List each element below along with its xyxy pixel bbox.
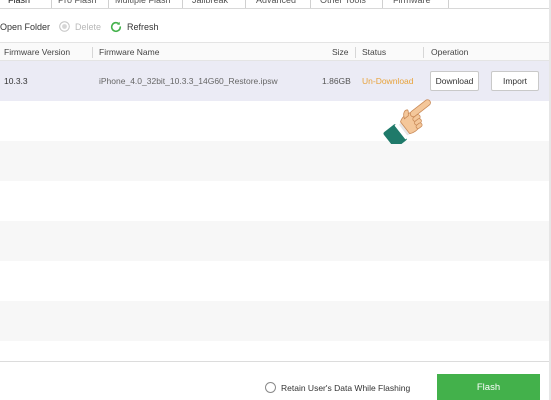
firmware-version-cell: 10.3.3 [4,76,28,86]
import-button[interactable]: Import [491,71,539,91]
empty-table-row [0,181,551,221]
firmware-toolbar: Open Folder Delete Refresh [0,16,551,38]
tab-bar: Flash Pro Flash Multiple Flash Jailbreak… [0,0,551,9]
column-header-operation[interactable]: Operation [431,43,468,61]
delete-icon [59,21,70,32]
retain-data-radio[interactable] [265,382,276,394]
tab-pro-flash[interactable]: Pro Flash [58,0,97,8]
tab-flash[interactable]: Flash [8,0,30,8]
hand-pointer-icon [383,99,431,144]
open-folder-button[interactable]: Open Folder [0,16,50,38]
firmware-table-header: Firmware Version Firmware Name Size Stat… [0,42,551,61]
refresh-icon [110,21,122,32]
column-header-name[interactable]: Firmware Name [99,43,159,61]
empty-table-row [0,141,551,181]
tab-multiple-flash[interactable]: Multiple Flash [115,0,171,8]
open-folder-label: Open Folder [0,22,51,32]
retain-data-option[interactable]: Retain User's Data While Flashing [265,381,410,395]
delete-button[interactable]: Delete [59,16,101,38]
empty-table-row [0,221,551,261]
column-header-size[interactable]: Size [332,43,349,61]
refresh-label: Refresh [127,22,159,32]
retain-data-label: Retain User's Data While Flashing [281,383,411,393]
tab-divider [182,0,183,8]
refresh-button[interactable]: Refresh [110,16,159,38]
table-row[interactable]: 10.3.3 iPhone_4.0_32bit_10.3.3_14G60_Res… [0,61,551,101]
tab-divider [108,0,109,8]
column-divider [423,47,424,58]
tab-divider [382,0,383,8]
tab-divider [310,0,311,8]
column-header-version[interactable]: Firmware Version [4,43,70,61]
empty-table-row [0,101,551,141]
tab-other-tools[interactable]: Other Tools [320,0,366,8]
tab-divider [245,0,246,8]
empty-table-row [0,301,551,341]
delete-label: Delete [75,22,102,32]
tab-jailbreak[interactable]: Jailbreak [192,0,228,8]
column-divider [92,47,93,58]
empty-table-row [0,261,551,301]
firmware-table-body: 10.3.3 iPhone_4.0_32bit_10.3.3_14G60_Res… [0,61,551,361]
tab-divider [448,0,449,8]
tab-advanced[interactable]: Advanced [256,0,296,8]
footer-bar: Retain User's Data While Flashing Flash [0,361,551,400]
empty-table-row [0,341,551,361]
firmware-name-cell: iPhone_4.0_32bit_10.3.3_14G60_Restore.ip… [99,76,278,86]
tab-firmware[interactable]: Firmware [393,0,431,8]
column-header-status[interactable]: Status [362,43,386,61]
firmware-size-cell: 1.86GB [322,76,351,86]
flash-button[interactable]: Flash [437,374,540,400]
column-divider [355,47,356,58]
